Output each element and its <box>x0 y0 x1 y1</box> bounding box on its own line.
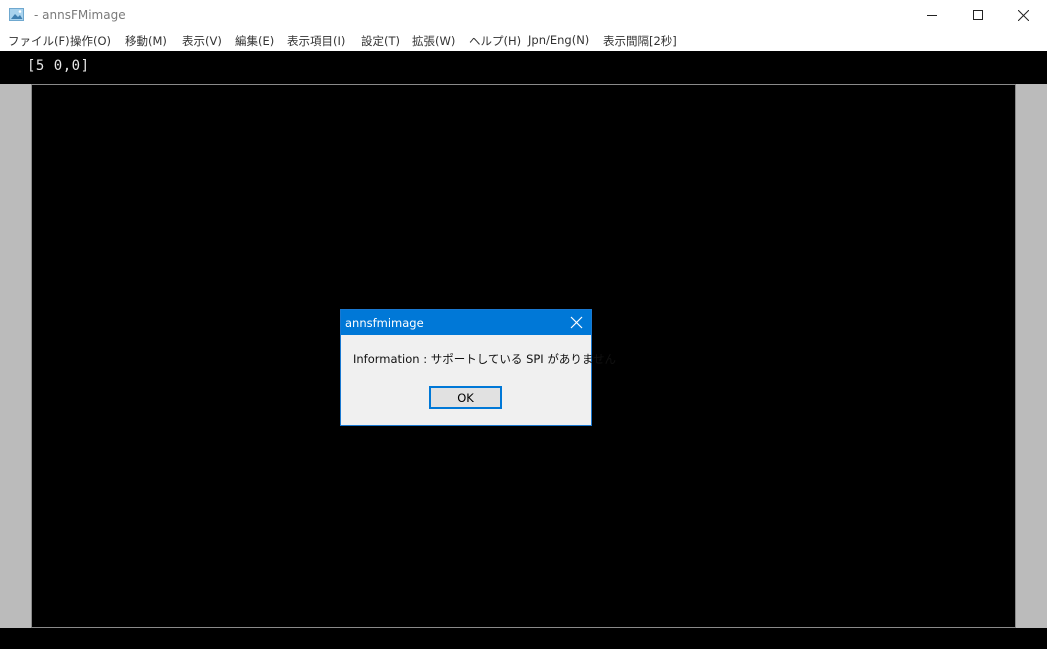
close-icon[interactable] <box>570 316 583 329</box>
bottom-strip <box>0 628 1047 649</box>
maximize-button[interactable] <box>955 0 1001 30</box>
menu-file[interactable]: ファイル(F) <box>8 33 70 49</box>
ok-button-label: OK <box>457 390 474 405</box>
coordinate-readout: [5 0,0] <box>27 58 90 74</box>
image-icon <box>9 8 24 21</box>
dialog-title: annsfmimage <box>345 316 424 330</box>
menu-operation[interactable]: 操作(O) <box>70 33 111 49</box>
title-bar[interactable]: - annsFMimage <box>0 0 1047 30</box>
ok-button[interactable]: OK <box>429 386 502 409</box>
menu-display-items[interactable]: 表示項目(I) <box>287 33 345 49</box>
left-gutter <box>0 84 31 628</box>
menu-bar: ファイル(F) 操作(O) 移動(M) 表示(V) 編集(E) 表示項目(I) … <box>0 30 1047 51</box>
dialog-message: Information : サポートしている SPI がありません <box>353 352 616 366</box>
minimize-button[interactable] <box>909 0 955 30</box>
menu-move[interactable]: 移動(M) <box>125 33 167 49</box>
status-bar: [5 0,0] <box>0 51 1047 84</box>
menu-view[interactable]: 表示(V) <box>182 33 222 49</box>
menu-interval[interactable]: 表示間隔[2秒] <box>603 33 677 49</box>
minimize-icon <box>927 15 937 16</box>
menu-edit[interactable]: 編集(E) <box>235 33 274 49</box>
right-gutter <box>1016 84 1047 628</box>
close-button[interactable] <box>1000 0 1046 30</box>
close-icon <box>1017 9 1029 21</box>
menu-extensions[interactable]: 拡張(W) <box>412 33 455 49</box>
window-title: - annsFMimage <box>34 8 126 22</box>
app-window: - annsFMimage ファイル(F) 操作(O) 移動(M) 表示(V) … <box>0 0 1047 649</box>
menu-help[interactable]: ヘルプ(H) <box>469 33 521 49</box>
maximize-icon <box>973 10 983 20</box>
menu-settings[interactable]: 設定(T) <box>361 33 400 49</box>
dialog-title-bar[interactable]: annsfmimage <box>341 310 591 335</box>
menu-language[interactable]: Jpn/Eng(N) <box>528 33 589 47</box>
info-dialog: annsfmimage Information : サポートしている SPI が… <box>340 309 616 426</box>
